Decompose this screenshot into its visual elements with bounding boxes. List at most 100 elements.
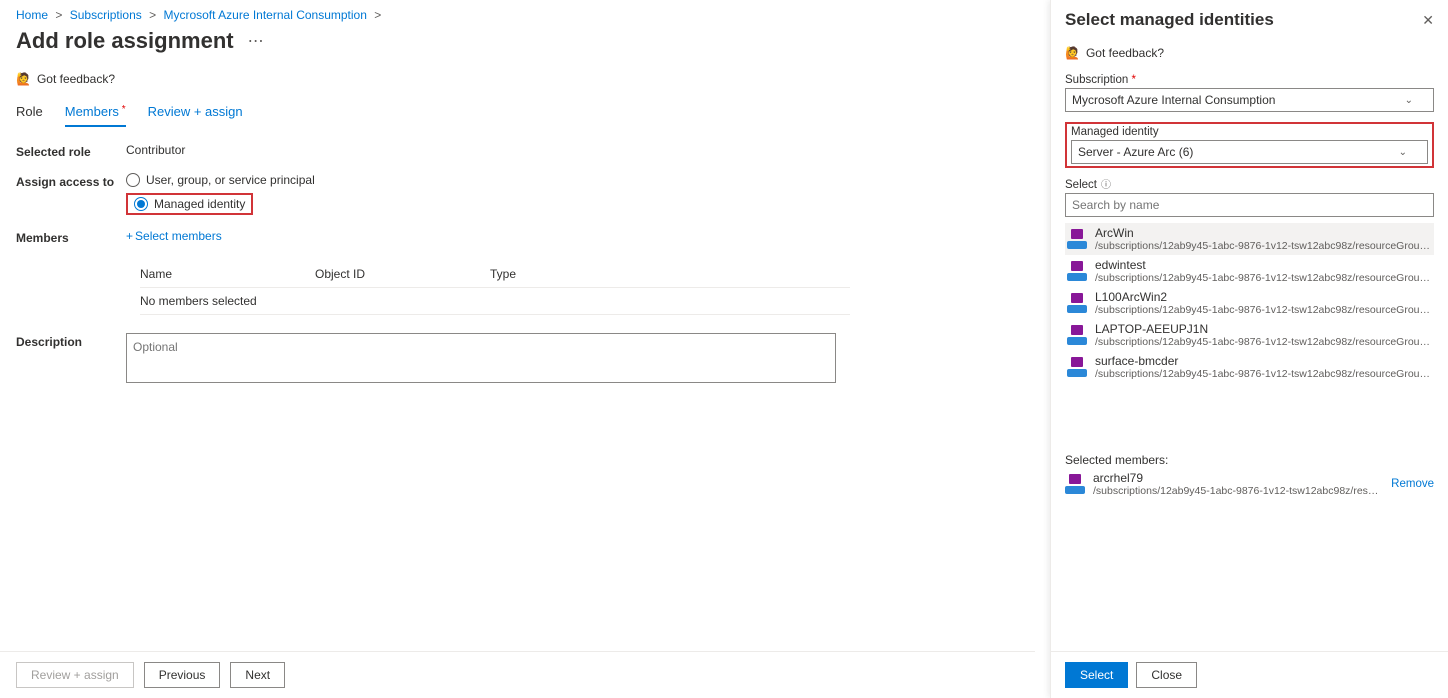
managed-identity-dropdown[interactable]: Server - Azure Arc (6) ⌄ [1071,140,1428,164]
identity-name: surface-bmcder [1095,354,1432,368]
more-actions-icon[interactable]: ⋯ [248,31,264,51]
radio-user-group[interactable]: User, group, or service principal [126,173,1019,187]
tab-review[interactable]: Review + assign [148,104,243,127]
members-table-header: Name Object ID Type [140,261,850,288]
select-label: Selectⓘ [1065,176,1434,191]
server-icon [1067,261,1087,281]
panel-body: 🙋 Got feedback? Subscription * Mycrosoft… [1051,36,1448,651]
panel-feedback-link[interactable]: 🙋 Got feedback? [1065,46,1434,60]
server-icon [1067,229,1087,249]
close-icon[interactable]: ✕ [1422,12,1434,29]
identity-path: /subscriptions/12ab9y45-1abc-9876-1v12-t… [1095,336,1432,348]
panel-title: Select managed identities [1065,10,1274,30]
selected-member-path: /subscriptions/12ab9y45-1abc-9876-1v12-t… [1093,485,1383,497]
next-button[interactable]: Next [230,662,285,688]
identity-item[interactable]: ArcWin/subscriptions/12ab9y45-1abc-9876-… [1065,223,1434,255]
subscription-value: Mycrosoft Azure Internal Consumption [1072,93,1275,107]
col-name: Name [140,267,315,281]
chevron-down-icon: ⌄ [1399,147,1407,158]
panel-feedback-label: Got feedback? [1086,46,1164,60]
server-icon [1067,357,1087,377]
panel-header: Select managed identities ✕ [1051,0,1448,36]
radio-icon [126,173,140,187]
tab-members-label: Members [65,104,119,119]
select-members-label: Select members [135,229,222,243]
breadcrumb-sep: > [370,8,385,22]
select-button[interactable]: Select [1065,662,1128,688]
search-input[interactable] [1065,193,1434,217]
radio-managed-label: Managed identity [154,197,245,211]
select-members-link[interactable]: +Select members [126,229,222,243]
members-empty: No members selected [140,288,850,315]
description-label: Description [16,333,126,383]
row-description: Description [16,333,1019,383]
breadcrumb-home[interactable]: Home [16,8,48,22]
breadcrumb-subscriptions[interactable]: Subscriptions [70,8,142,22]
footer-bar: Review + assign Previous Next [0,651,1035,698]
info-icon[interactable]: ⓘ [1101,180,1111,191]
radio-icon [134,197,148,211]
identity-item[interactable]: L100ArcWin2/subscriptions/12ab9y45-1abc-… [1065,287,1434,319]
select-managed-identities-panel: Select managed identities ✕ 🙋 Got feedba… [1050,0,1448,698]
radio-managed-identity[interactable]: Managed identity [134,197,245,211]
selected-members-section: Selected members: arcrhel79 /subscriptio… [1065,453,1434,497]
tab-members[interactable]: Members * [65,104,126,127]
selected-members-label: Selected members: [1065,453,1434,467]
breadcrumb-subscription-name[interactable]: Mycrosoft Azure Internal Consumption [163,8,366,22]
row-assign-access: Assign access to User, group, or service… [16,173,1019,215]
required-indicator: * [1132,74,1136,86]
identity-path: /subscriptions/12ab9y45-1abc-9876-1v12-t… [1095,272,1432,284]
feedback-link[interactable]: 🙋 Got feedback? [16,72,1019,86]
close-button[interactable]: Close [1136,662,1197,688]
members-table: Name Object ID Type No members selected [140,261,850,315]
selected-member-name: arcrhel79 [1093,471,1383,485]
server-icon [1067,325,1087,345]
identity-item[interactable]: LAPTOP-AEEUPJ1N/subscriptions/12ab9y45-1… [1065,319,1434,351]
identity-path: /subscriptions/12ab9y45-1abc-9876-1v12-t… [1095,240,1432,252]
review-assign-button[interactable]: Review + assign [16,662,134,688]
tabs: Role Members * Review + assign [16,104,1019,127]
selected-role-label: Selected role [16,143,126,159]
radio-user-label: User, group, or service principal [146,173,315,187]
identity-item[interactable]: edwintest/subscriptions/12ab9y45-1abc-98… [1065,255,1434,287]
remove-link[interactable]: Remove [1391,478,1434,490]
identity-name: edwintest [1095,258,1432,272]
selected-role-value: Contributor [126,143,1019,159]
col-object-id: Object ID [315,267,490,281]
feedback-label: Got feedback? [37,72,115,86]
subscription-dropdown[interactable]: Mycrosoft Azure Internal Consumption ⌄ [1065,88,1434,112]
identity-path: /subscriptions/12ab9y45-1abc-9876-1v12-t… [1095,368,1432,380]
highlight-managed-identity-dropdown: Managed identity Server - Azure Arc (6) … [1065,122,1434,168]
breadcrumb-sep: > [51,8,66,22]
chevron-down-icon: ⌄ [1405,95,1413,106]
selected-member-item: arcrhel79 /subscriptions/12ab9y45-1abc-9… [1065,471,1434,497]
person-feedback-icon: 🙋 [16,72,31,86]
person-feedback-icon: 🙋 [1065,46,1080,60]
row-selected-role: Selected role Contributor [16,143,1019,159]
required-indicator: * [119,104,126,115]
tab-role[interactable]: Role [16,104,43,127]
panel-footer: Select Close [1051,651,1448,698]
subscription-label: Subscription * [1065,74,1434,86]
managed-identity-label: Managed identity [1071,126,1428,138]
page-title-row: Add role assignment ⋯ [16,28,1019,54]
description-input[interactable] [126,333,836,383]
server-icon [1067,293,1087,313]
assign-access-label: Assign access to [16,173,126,215]
highlight-managed-identity: Managed identity [126,193,253,215]
identity-name: ArcWin [1095,226,1432,240]
managed-identity-value: Server - Azure Arc (6) [1078,145,1193,159]
breadcrumb-sep: > [145,8,160,22]
identity-name: L100ArcWin2 [1095,290,1432,304]
identity-list: ArcWin/subscriptions/12ab9y45-1abc-9876-… [1065,223,1434,383]
plus-icon: + [126,229,133,243]
main-content: Home > Subscriptions > Mycrosoft Azure I… [0,0,1035,698]
col-type: Type [490,267,850,281]
server-icon [1065,474,1085,494]
members-label: Members [16,229,126,245]
previous-button[interactable]: Previous [144,662,221,688]
row-members: Members +Select members [16,229,1019,245]
identity-path: /subscriptions/12ab9y45-1abc-9876-1v12-t… [1095,304,1432,316]
page-title: Add role assignment [16,28,234,54]
identity-item[interactable]: surface-bmcder/subscriptions/12ab9y45-1a… [1065,351,1434,383]
